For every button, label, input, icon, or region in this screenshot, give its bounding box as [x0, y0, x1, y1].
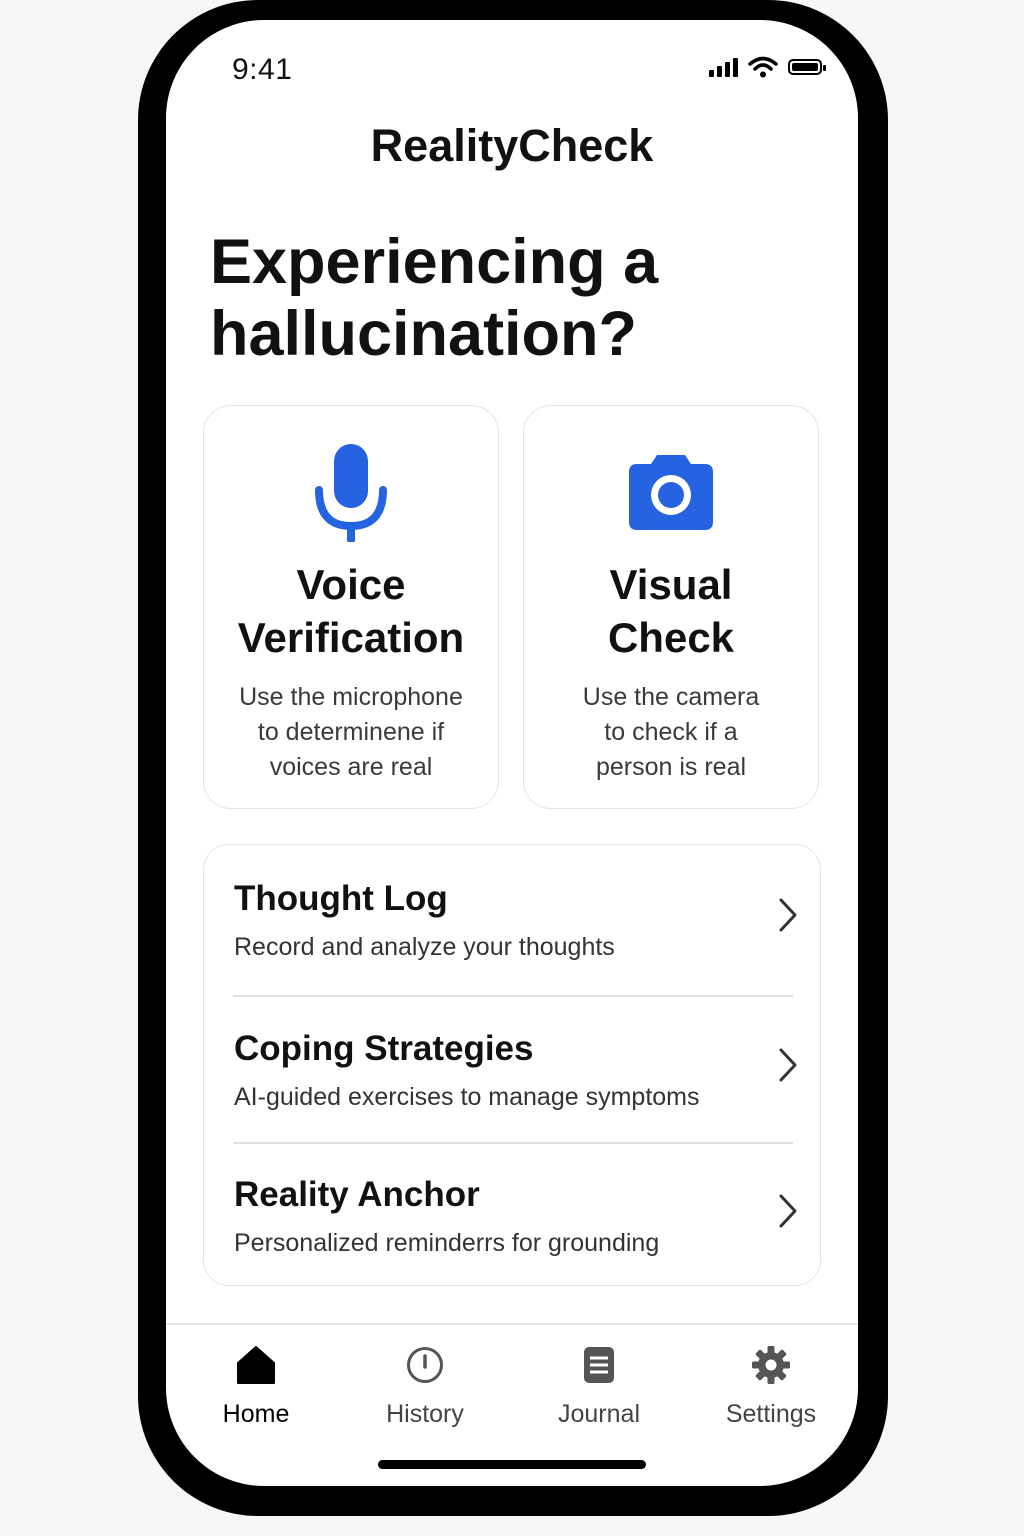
list-item-title: Reality Anchor: [234, 1175, 480, 1214]
app-screen: 9:41 RealityCheck Experiencing a halluci…: [166, 20, 858, 1486]
feature-list: Thought Log Record and analyze your thou…: [203, 844, 821, 1286]
camera-icon: [629, 455, 713, 530]
gear-icon: [752, 1346, 790, 1384]
tab-home[interactable]: Home: [186, 1342, 326, 1429]
tab-label: Home: [222, 1400, 290, 1428]
battery-icon: [788, 59, 826, 75]
clock-icon: [407, 1347, 443, 1383]
wifi-icon: [748, 56, 778, 78]
status-icons: [709, 56, 826, 78]
home-indicator: [378, 1460, 646, 1469]
tab-label: Settings: [725, 1400, 817, 1428]
chevron-right-icon: [779, 1048, 797, 1082]
card-title: Visual Check: [607, 561, 735, 661]
tab-bar-divider: [166, 1323, 858, 1325]
chevron-right-icon: [779, 898, 797, 932]
list-item-coping-strategies[interactable]: Coping Strategies AI-guided exercises to…: [204, 995, 820, 1141]
tab-settings[interactable]: Settings: [701, 1342, 841, 1429]
card-title: Voice Verification: [237, 561, 465, 661]
list-item-subtitle: Personalized reminderrs for grounding: [234, 1229, 660, 1257]
list-item-subtitle: Record and analyze your thoughts: [234, 933, 615, 961]
card-description: Use the camera to check if a person is r…: [582, 683, 760, 781]
tab-label: History: [386, 1400, 464, 1428]
card-description: Use the microphone to determinene if voi…: [239, 683, 463, 781]
headline: Experiencing a hallucination?: [210, 227, 659, 369]
chevron-right-icon: [779, 1194, 797, 1228]
tab-history[interactable]: History: [355, 1342, 495, 1429]
list-item-title: Thought Log: [234, 879, 448, 918]
app-title: RealityCheck: [370, 120, 654, 171]
home-icon: [237, 1346, 275, 1384]
journal-icon: [584, 1347, 614, 1383]
voice-verification-card[interactable]: Voice Verification Use the microphone to…: [203, 405, 499, 809]
list-item-reality-anchor[interactable]: Reality Anchor Personalized reminderrs f…: [204, 1141, 820, 1287]
tab-journal[interactable]: Journal: [529, 1342, 669, 1429]
list-item-subtitle: AI-guided exercises to manage symptoms: [234, 1083, 700, 1111]
tab-label: Journal: [558, 1400, 640, 1428]
visual-check-card[interactable]: Visual Check Use the camera to check if …: [523, 405, 819, 809]
cellular-signal-icon: [709, 57, 738, 77]
list-item-title: Coping Strategies: [234, 1029, 534, 1068]
status-time: 9:41: [232, 53, 293, 86]
list-item-thought-log[interactable]: Thought Log Record and analyze your thou…: [204, 845, 820, 991]
microphone-icon: [315, 444, 387, 542]
